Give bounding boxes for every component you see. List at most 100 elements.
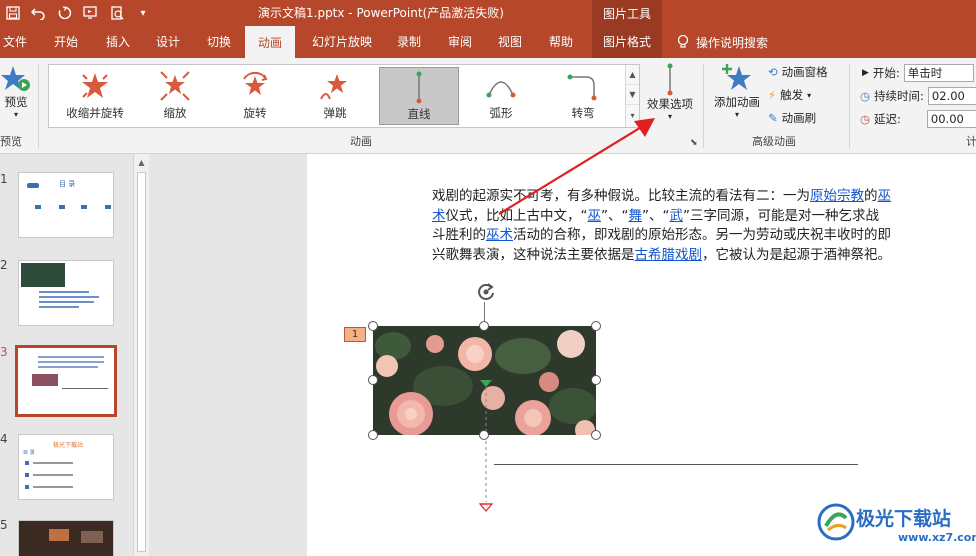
- add-animation-button[interactable]: 添加动画 ▾: [710, 62, 764, 128]
- watermark-name: 极光下载站: [856, 508, 952, 530]
- resize-handle-se[interactable]: [591, 430, 601, 440]
- text-run: 的: [864, 188, 878, 204]
- slide-number: 1: [0, 172, 8, 186]
- slide-thumbnail-3[interactable]: [15, 345, 117, 417]
- preview-dropdown-icon: ▾: [13, 110, 18, 119]
- slide-thumbnail-4[interactable]: 极光下载站 目 录: [18, 434, 114, 500]
- gallery-scroll-up-icon[interactable]: ▲: [626, 65, 639, 85]
- resize-handle-s[interactable]: [479, 430, 489, 440]
- spin-star-icon: [243, 72, 268, 95]
- separator: [849, 64, 850, 148]
- slide1-title-text: 目 录: [59, 180, 76, 188]
- slide-number: 3: [0, 345, 8, 359]
- animation-group-label: 动画: [350, 135, 372, 148]
- gallery-item-line[interactable]: 直线: [379, 67, 459, 125]
- link-martial[interactable]: 武: [670, 208, 684, 224]
- slide-thumbnail-5[interactable]: [18, 520, 114, 556]
- undo-icon[interactable]: [26, 0, 52, 26]
- delay-clock-icon: ◷: [860, 112, 871, 126]
- gallery-item-zoom[interactable]: 缩放: [135, 67, 215, 125]
- gallery-item-shrink-turn[interactable]: 收缩并旋转: [55, 67, 135, 125]
- tab-animations[interactable]: 动画: [245, 26, 295, 58]
- thumbnail-scrollbar[interactable]: ▲: [133, 154, 149, 556]
- slide-number: 2: [0, 258, 8, 272]
- shrink-turn-star-icon: [82, 73, 108, 98]
- slide-thumbnail-2[interactable]: [18, 260, 114, 326]
- tab-view[interactable]: 视图: [488, 26, 532, 58]
- slide4-title-text: 极光下载站: [53, 442, 84, 449]
- preview-label: 预览: [4, 95, 28, 109]
- tab-insert[interactable]: 插入: [96, 26, 140, 58]
- window-title: 演示文稿1.pptx - PowerPoint(产品激活失败): [258, 6, 504, 20]
- effect-options-dropdown-icon: ▾: [667, 112, 672, 121]
- resize-handle-w[interactable]: [368, 375, 378, 385]
- trigger-button[interactable]: ⚡ 触发 ▾: [768, 87, 811, 103]
- link-primitive-religion[interactable]: 原始宗教: [810, 188, 864, 204]
- tab-slideshow[interactable]: 幻灯片放映: [302, 26, 382, 58]
- animation-pane-icon: ⟲: [768, 65, 778, 79]
- turn-path-icon: [567, 74, 597, 101]
- tab-transitions[interactable]: 切换: [196, 26, 242, 58]
- resize-handle-e[interactable]: [591, 375, 601, 385]
- start-row: ▶ 开始: 单击时: [862, 64, 974, 82]
- animation-pane-button[interactable]: ⟲ 动画窗格: [768, 64, 828, 80]
- advanced-group-label: 高级动画: [752, 135, 796, 148]
- tab-file[interactable]: 文件: [0, 26, 30, 58]
- slide-line-shape[interactable]: [494, 464, 858, 465]
- delay-input[interactable]: 00.00: [926, 110, 976, 128]
- tab-record[interactable]: 录制: [388, 26, 430, 58]
- print-preview-icon[interactable]: [104, 0, 130, 26]
- animation-dialog-launcher-icon[interactable]: ⬊: [690, 138, 698, 148]
- add-animation-icon: [722, 64, 751, 90]
- tab-design[interactable]: 设计: [146, 26, 190, 58]
- gallery-scroll-down-icon[interactable]: ▼: [626, 85, 639, 105]
- effect-options-icon: [667, 63, 673, 96]
- gallery-item-bounce[interactable]: 弹跳: [295, 67, 375, 125]
- delay-row: ◷ 延迟: 00.00: [860, 110, 976, 128]
- preview-button[interactable]: 预览 ▾: [0, 64, 32, 128]
- tab-help[interactable]: 帮助: [538, 26, 584, 58]
- add-animation-dropdown-icon: ▾: [734, 110, 739, 119]
- link-greek-drama[interactable]: 古希腊戏剧: [635, 247, 703, 263]
- duration-row: ◷ 持续时间: 02.00: [860, 87, 976, 105]
- tab-picture-format[interactable]: 图片格式: [592, 26, 662, 58]
- separator: [38, 64, 39, 148]
- redo-icon[interactable]: [52, 0, 78, 26]
- watermark-url: www.xz7.com: [898, 531, 976, 544]
- resize-handle-n[interactable]: [479, 321, 489, 331]
- from-beginning-icon[interactable]: [78, 0, 104, 26]
- lightning-icon: ⚡: [768, 88, 777, 102]
- clock-icon: ◷: [860, 89, 871, 103]
- scroll-up-icon[interactable]: ▲: [134, 154, 149, 170]
- resize-handle-ne[interactable]: [591, 321, 601, 331]
- search-label: 操作说明搜索: [696, 35, 769, 50]
- duration-input[interactable]: 02.00: [927, 87, 976, 105]
- slide4-sub-text: 目 录: [23, 450, 35, 456]
- annotation-arrow: [498, 118, 655, 215]
- animation-order-tag[interactable]: 1: [344, 327, 366, 342]
- customize-qat-icon[interactable]: ▾: [130, 0, 156, 26]
- separator: [703, 64, 704, 148]
- bounce-star-icon: [320, 74, 347, 100]
- tell-me-search[interactable]: 操作说明搜索: [676, 26, 768, 58]
- animation-painter-icon: ✎: [768, 111, 778, 125]
- gallery-item-spin[interactable]: 旋转: [215, 67, 295, 125]
- animation-painter-button[interactable]: ✎ 动画刷: [768, 110, 816, 126]
- scrollbar-thumb[interactable]: [137, 172, 146, 552]
- save-icon[interactable]: [0, 0, 26, 26]
- link-witchcraft-2[interactable]: 巫术: [486, 227, 513, 243]
- motion-path-line[interactable]: [476, 378, 496, 514]
- ribbon-animations: 预览 ▾ 预览 收缩并旋转 缩放 旋转 弹跳 直线 弧形 转弯 ▲ ▼ ▾ 动画…: [0, 58, 976, 154]
- start-play-icon: ▶: [862, 68, 869, 78]
- rotate-handle-icon[interactable]: [475, 281, 497, 303]
- ribbon-tabs: 文件 开始 插入 设计 切换 动画 幻灯片放映 录制 审阅 视图 帮助 图片格式…: [0, 26, 976, 58]
- trigger-dropdown-icon: ▾: [807, 90, 812, 100]
- picture-tools-context: 图片工具: [592, 0, 662, 26]
- start-select[interactable]: 单击时: [903, 64, 974, 82]
- resize-handle-nw[interactable]: [368, 321, 378, 331]
- resize-handle-sw[interactable]: [368, 430, 378, 440]
- slide-number: 5: [0, 518, 8, 532]
- tab-review[interactable]: 审阅: [438, 26, 482, 58]
- tab-home[interactable]: 开始: [44, 26, 88, 58]
- slide-thumbnail-1[interactable]: 目 录: [18, 172, 114, 238]
